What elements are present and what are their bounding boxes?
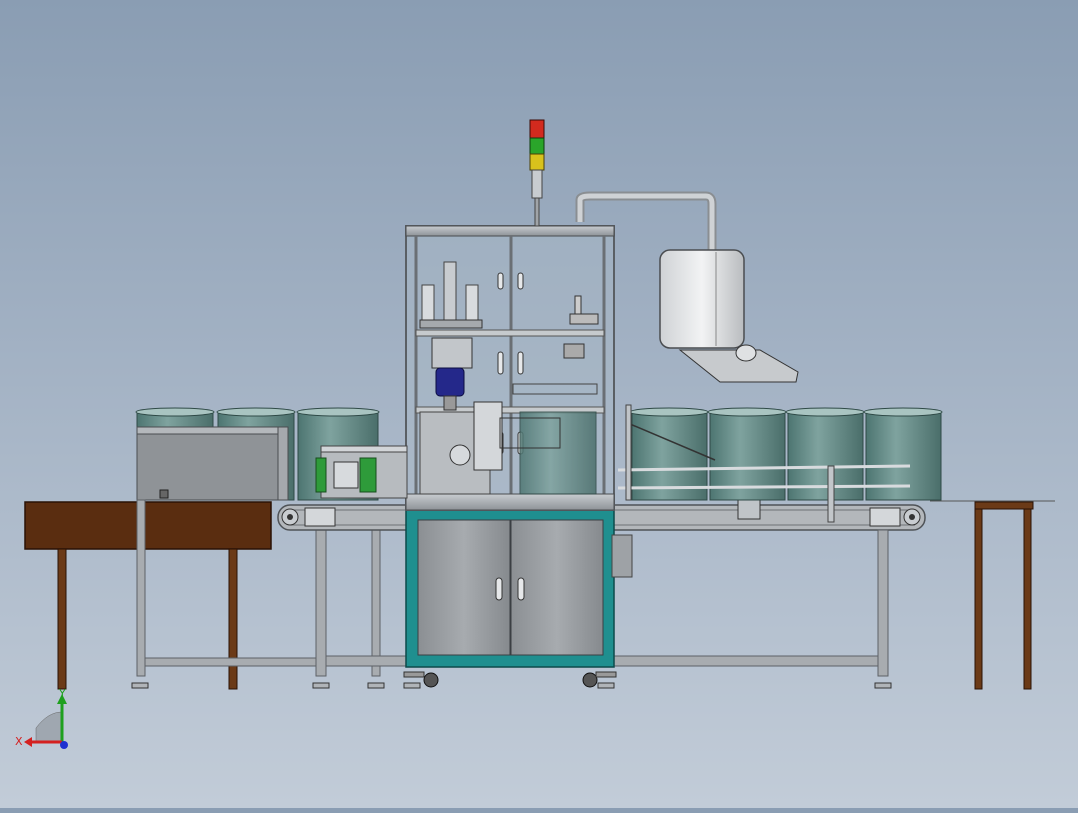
triad-x-label: X xyxy=(15,735,23,748)
machine-drawing: Y X xyxy=(15,119,1055,749)
conveyor xyxy=(277,496,1055,531)
main-cabinet xyxy=(403,509,633,688)
triad-y-label: Y xyxy=(58,687,66,700)
right-wooden-stand xyxy=(974,501,1034,690)
accumulation-box xyxy=(136,426,289,501)
stack-light xyxy=(529,119,545,227)
cad-viewport[interactable]: Y X xyxy=(0,0,1078,808)
leveling-feet xyxy=(131,682,892,689)
hopper-tank xyxy=(659,249,799,383)
coordinate-triad-icon[interactable] xyxy=(24,694,68,749)
label-unit xyxy=(315,445,408,499)
